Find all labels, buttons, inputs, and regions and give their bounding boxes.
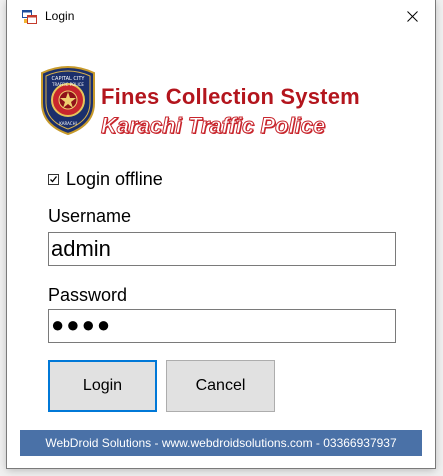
login-offline-checkbox[interactable]: [48, 174, 59, 185]
password-label: Password: [48, 285, 128, 305]
username-label: Username: [48, 206, 132, 226]
login-form-area: CAPITAL CITY TRAFFIC POLICE KARACHI Fine…: [20, 33, 422, 458]
app-title: Fines Collection System: [101, 84, 360, 109]
checkmark-icon: [50, 176, 58, 183]
footer-bar: WebDroid Solutions - www.webdroidsolutio…: [20, 430, 422, 456]
logo-text-bottom: KARACHI: [59, 121, 77, 126]
password-input[interactable]: ●●●●: [48, 309, 396, 343]
cancel-button[interactable]: Cancel: [166, 360, 275, 412]
close-button[interactable]: [389, 0, 435, 33]
login-button[interactable]: Login: [48, 360, 157, 412]
title-bar[interactable]: Login: [7, 0, 435, 33]
footer-text: WebDroid Solutions - www.webdroidsolutio…: [45, 436, 397, 450]
window-title: Login: [45, 9, 75, 23]
username-input[interactable]: admin: [48, 232, 396, 266]
login-offline-checkbox-row[interactable]: Login offline: [48, 169, 163, 190]
login-window: Login CAPITAL CITY TRAFFIC POLICE KARACH…: [7, 0, 435, 468]
app-icon: [22, 10, 37, 24]
close-icon: [406, 11, 418, 22]
traffic-police-badge-icon: CAPITAL CITY TRAFFIC POLICE KARACHI: [41, 66, 95, 135]
app-subtitle: Karachi Traffic Police: [100, 113, 326, 139]
logo-text-mid: TRAFFIC POLICE: [51, 82, 84, 87]
login-offline-label[interactable]: Login offline: [66, 169, 163, 190]
